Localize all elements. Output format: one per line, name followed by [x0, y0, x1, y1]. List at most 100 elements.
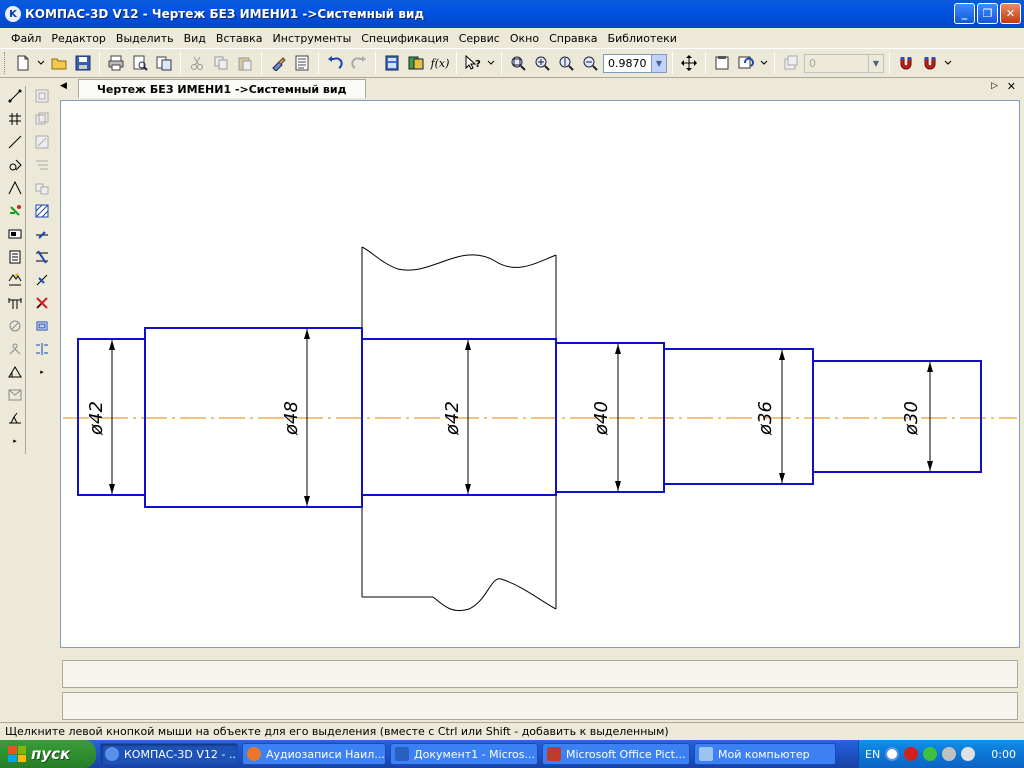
antivirus-icon[interactable]	[904, 747, 919, 761]
chevron-down-icon[interactable]	[36, 52, 46, 74]
menu-specification[interactable]: Спецификация	[356, 32, 453, 45]
dimension-phi42-left[interactable]: ø42	[86, 401, 107, 436]
download-icon[interactable]	[923, 747, 938, 761]
drawing-canvas[interactable]: ø42 ø48 ø42 ø40 ø36 ø30	[60, 100, 1020, 648]
taskbar-item-word[interactable]: Документ1 - Micros...	[390, 743, 538, 765]
taskbar-item-picture-manager[interactable]: Microsoft Office Pict...	[542, 743, 690, 765]
pan-icon[interactable]	[678, 52, 700, 74]
scale-view-tool-icon[interactable]	[31, 132, 53, 152]
print-preview-icon[interactable]	[129, 52, 151, 74]
zoom-in-icon[interactable]	[531, 52, 553, 74]
delete-tool-icon[interactable]	[31, 293, 53, 313]
toolbar-grip[interactable]	[4, 52, 7, 74]
magnet-local-snap-icon[interactable]	[919, 52, 941, 74]
menu-file[interactable]: Файл	[6, 32, 46, 45]
network-icon[interactable]	[942, 747, 957, 761]
macro-category-icon[interactable]	[4, 339, 26, 359]
geometry-category-icon[interactable]	[4, 86, 26, 106]
roughness-category-icon[interactable]	[4, 408, 26, 428]
dimension-phi42-middle[interactable]: ø42	[442, 401, 463, 436]
zoom-dynamic-icon[interactable]	[555, 52, 577, 74]
print-icon[interactable]	[105, 52, 127, 74]
open-folder-icon[interactable]	[48, 52, 70, 74]
save-icon[interactable]	[72, 52, 94, 74]
hatch-tool-icon[interactable]	[31, 201, 53, 221]
zoom-value-select[interactable]: 0.9870 ▼	[603, 53, 667, 73]
section-tool-icon[interactable]	[31, 155, 53, 175]
maximize-button[interactable]: ❐	[977, 3, 998, 24]
menu-insert[interactable]: Вставка	[211, 32, 268, 45]
parametrization-category-icon[interactable]	[4, 201, 26, 221]
dimension-phi30[interactable]: ø30	[901, 401, 922, 436]
cut-icon[interactable]	[186, 52, 208, 74]
format-brush-icon[interactable]	[267, 52, 289, 74]
panel-scroll-down-icon[interactable]: ▸	[31, 362, 53, 382]
line-break-tool-icon[interactable]	[31, 224, 53, 244]
view-tool-icon[interactable]	[31, 86, 53, 106]
chevron-down-icon[interactable]	[943, 52, 953, 74]
edit-category-icon[interactable]	[4, 178, 26, 198]
menu-service[interactable]: Сервис	[454, 32, 505, 45]
spec-category-icon[interactable]	[4, 270, 26, 290]
insert-category-icon[interactable]	[4, 316, 26, 336]
preview-icon[interactable]	[153, 52, 175, 74]
start-button[interactable]: пуск	[0, 740, 96, 768]
undo-icon[interactable]	[324, 52, 346, 74]
menu-view[interactable]: Вид	[179, 32, 211, 45]
menu-libraries[interactable]: Библиотеки	[603, 32, 682, 45]
taskbar-item-kompas[interactable]: КОМПАС-3D V12 - ...	[100, 743, 238, 765]
menu-editor[interactable]: Редактор	[46, 32, 111, 45]
menu-window[interactable]: Окно	[505, 32, 544, 45]
taskbar-item-my-computer[interactable]: Мой компьютер	[694, 743, 836, 765]
kompas-app-icon[interactable]: K	[5, 6, 21, 22]
volume-icon[interactable]	[961, 747, 976, 761]
measure-category-icon[interactable]	[4, 224, 26, 244]
chevron-down-icon[interactable]	[759, 52, 769, 74]
tab-scroll-left-icon[interactable]: ◀	[60, 81, 67, 91]
dimension-phi40[interactable]: ø40	[591, 401, 612, 436]
dimensions-category-icon[interactable]	[4, 132, 26, 152]
menu-select[interactable]: Выделить	[111, 32, 179, 45]
dimension-phi48[interactable]: ø48	[281, 401, 302, 436]
menu-tools[interactable]: Инструменты	[268, 32, 357, 45]
minimize-button[interactable]: _	[954, 3, 975, 24]
reports-category-icon[interactable]	[4, 293, 26, 313]
grid-category-icon[interactable]	[4, 109, 26, 129]
sheet-category-icon[interactable]	[4, 385, 26, 405]
fragment-tool-icon[interactable]	[31, 316, 53, 336]
chevron-down-icon[interactable]	[486, 52, 496, 74]
properties-icon[interactable]	[291, 52, 313, 74]
redo-icon[interactable]	[348, 52, 370, 74]
select-category-icon[interactable]	[4, 247, 26, 267]
tab-close-icon[interactable]: ✕	[1007, 80, 1016, 93]
tray-back-icon[interactable]	[885, 747, 900, 761]
paste-icon[interactable]	[234, 52, 256, 74]
tab-scroll-right-icon[interactable]: ▷	[991, 81, 998, 91]
refresh-icon[interactable]	[735, 52, 757, 74]
close-button[interactable]: ✕	[1000, 3, 1021, 24]
chevron-down-icon[interactable]: ▼	[651, 54, 666, 72]
view-category-icon[interactable]	[4, 362, 26, 382]
show-all-icon[interactable]	[711, 52, 733, 74]
break-line-tool-icon[interactable]	[31, 247, 53, 267]
tab-document[interactable]: Чертеж БЕЗ ИМЕНИ1 ->Системный вид	[78, 79, 366, 98]
fit-tool-icon[interactable]	[31, 339, 53, 359]
magnet-snap-icon[interactable]	[895, 52, 917, 74]
variables-button[interactable]: f(x)	[429, 52, 451, 74]
symbols-category-icon[interactable]	[4, 155, 26, 175]
language-indicator[interactable]: EN	[865, 748, 880, 761]
copy-icon[interactable]	[210, 52, 232, 74]
help-pointer-icon[interactable]: ?	[462, 52, 484, 74]
clock[interactable]: 0:00	[991, 748, 1016, 761]
copy-view-tool-icon[interactable]	[31, 109, 53, 129]
manager-icon[interactable]	[381, 52, 403, 74]
library-manager-icon[interactable]	[405, 52, 427, 74]
zoom-window-icon[interactable]	[507, 52, 529, 74]
panel-scroll-down-icon[interactable]: ▸	[4, 431, 26, 451]
menu-help[interactable]: Справка	[544, 32, 602, 45]
detail-view-tool-icon[interactable]	[31, 178, 53, 198]
taskbar-item-audio[interactable]: Аудиозаписи Наил...	[242, 743, 386, 765]
new-document-icon[interactable]	[12, 52, 34, 74]
cut-line-tool-icon[interactable]	[31, 270, 53, 290]
dimension-phi36[interactable]: ø36	[755, 401, 776, 436]
